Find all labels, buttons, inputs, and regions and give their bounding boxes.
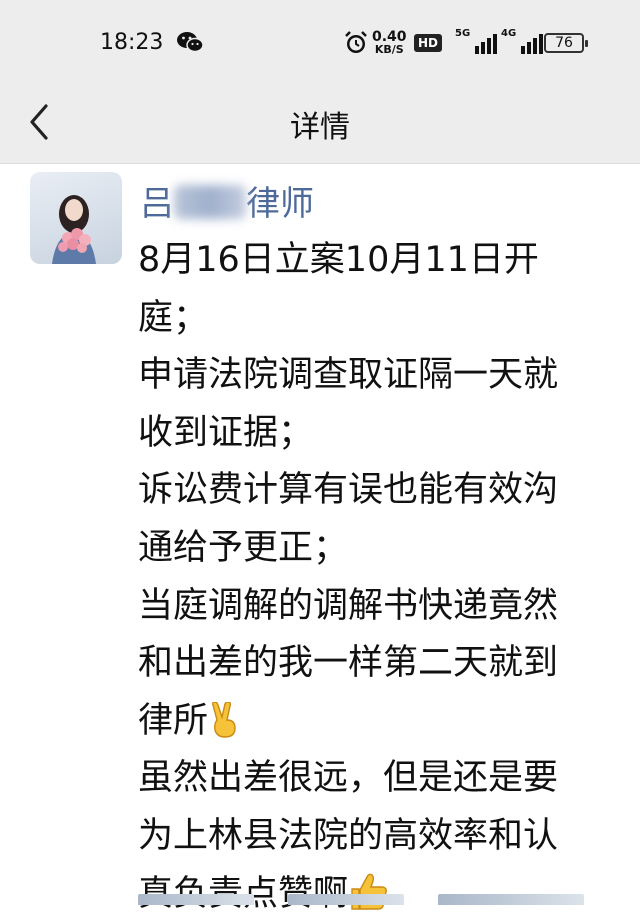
post-line: 律所 bbox=[138, 700, 209, 741]
network-speed: 0.40 KB/S bbox=[372, 30, 407, 55]
signal-5g-icon: 5G bbox=[455, 28, 497, 54]
author-name-prefix: 吕 bbox=[140, 184, 174, 224]
post-line-with-emoji: 律所 bbox=[138, 693, 608, 751]
wechat-icon bbox=[177, 32, 204, 53]
photo-thumbnail[interactable] bbox=[288, 894, 404, 905]
post-line: 收到证据； bbox=[138, 412, 314, 453]
post-line: 通给予更正； bbox=[138, 527, 349, 568]
post-line: 诉讼费计算有误也能有效沟 bbox=[138, 470, 559, 511]
status-bar: 18:23 0.40 KB/S HD 5G 4G 76 bbox=[0, 0, 640, 84]
hd-badge: HD bbox=[414, 34, 442, 52]
status-time: 18:23 bbox=[100, 30, 164, 55]
post-line: 为上林县法院的高效率和认 bbox=[138, 815, 559, 856]
post-line: 8月16日立案10月11日开 bbox=[138, 240, 539, 280]
post-line: 当庭调解的调解书快递竟然 bbox=[138, 585, 559, 626]
network-speed-unit: KB/S bbox=[374, 43, 404, 56]
photo-thumbnail[interactable] bbox=[438, 894, 584, 905]
post-body: 8月16日立案10月11日开 庭； 申请法院调查取证隔一天就 收到证据； 诉讼费… bbox=[138, 232, 608, 923]
avatar-image bbox=[52, 195, 96, 264]
blurred-name bbox=[174, 185, 246, 219]
post-line: 庭； bbox=[138, 297, 209, 338]
author-name-suffix: 律师 bbox=[246, 184, 314, 224]
post-line: 和出差的我一样第二天就到 bbox=[138, 643, 559, 684]
post-line: 申请法院调查取证隔一天就 bbox=[138, 355, 559, 396]
author-name[interactable]: 吕 律师 bbox=[140, 176, 314, 224]
victory-hand-icon bbox=[212, 700, 236, 738]
avatar[interactable] bbox=[30, 172, 122, 264]
signal-5g-label: 5G bbox=[455, 28, 471, 39]
alarm-icon bbox=[345, 31, 367, 53]
signal-4g-label: 4G bbox=[501, 28, 517, 39]
network-speed-value: 0.40 bbox=[372, 29, 407, 45]
post-detail: 吕 律师 8月16日立案10月11日开 庭； 申请法院调查取证隔一天就 收到证据；… bbox=[0, 164, 640, 914]
nav-bar: 详情 bbox=[0, 84, 640, 164]
page-title: 详情 bbox=[290, 110, 350, 145]
post-line: 虽然出差很远，但是还是要 bbox=[138, 758, 559, 799]
signal-4g-icon: 4G bbox=[501, 28, 543, 54]
battery-icon: 76 bbox=[544, 33, 588, 53]
photo-thumbnail[interactable] bbox=[138, 894, 254, 905]
